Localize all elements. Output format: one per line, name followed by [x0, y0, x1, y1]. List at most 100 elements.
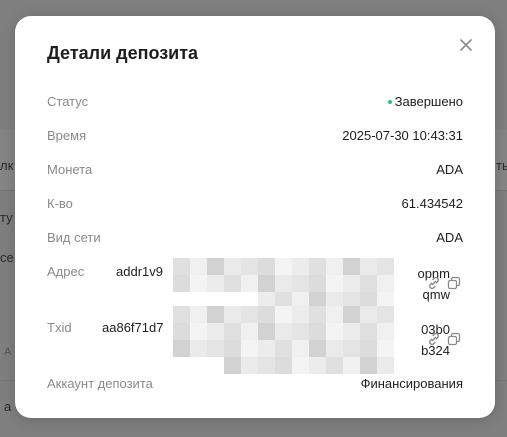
redaction-pixel: [309, 323, 326, 340]
redaction-pixel: [258, 323, 275, 340]
redaction-pixel: [309, 258, 326, 275]
background-text-fragment: ть: [496, 158, 507, 173]
address-link-button[interactable]: [426, 275, 442, 291]
redaction-pixel: [360, 323, 377, 340]
redaction-pixel: [275, 275, 292, 292]
deposit-details-modal: Детали депозита Статус Завершено Время 2…: [15, 16, 495, 418]
redaction-pixel: [377, 275, 394, 292]
redaction-pixel: [275, 323, 292, 340]
txid-redaction-mask: [173, 306, 394, 374]
redaction-pixel: [343, 357, 360, 374]
address-value-start: addr1v9: [116, 264, 163, 279]
redaction-pixel: [343, 306, 360, 323]
redaction-pixel: [241, 258, 258, 275]
redaction-pixel: [326, 275, 343, 292]
status-indicator-dot: [387, 99, 392, 104]
quantity-label: К-во: [47, 196, 73, 211]
background-text-fragment: се: [0, 250, 14, 265]
close-icon: [460, 39, 472, 51]
redaction-pixel: [241, 340, 258, 357]
redaction-pixel: [207, 306, 224, 323]
redaction-pixel: [258, 258, 275, 275]
address-copy-button[interactable]: [446, 275, 462, 291]
redaction-pixel: [258, 275, 275, 292]
redaction-pixel: [292, 340, 309, 357]
redaction-pixel: [207, 323, 224, 340]
redaction-pixel: [190, 340, 207, 357]
redaction-pixel: [207, 258, 224, 275]
time-value: 2025-07-30 10:43:31: [342, 128, 463, 143]
redaction-pixel: [309, 275, 326, 292]
redaction-pixel: [360, 258, 377, 275]
redaction-pixel: [224, 340, 241, 357]
redaction-pixel: [343, 323, 360, 340]
time-label: Время: [47, 128, 87, 143]
background-text-fragment: лк: [0, 158, 14, 173]
redaction-pixel: [309, 340, 326, 357]
redaction-pixel: [343, 340, 360, 357]
redaction-pixel: [173, 275, 190, 292]
redaction-pixel: [377, 306, 394, 323]
redaction-pixel: [377, 258, 394, 275]
network-row: Вид сети ADA: [47, 230, 463, 250]
txid-label: Txid: [47, 320, 72, 335]
redaction-pixel: [360, 306, 377, 323]
txid-copy-button[interactable]: [446, 331, 462, 347]
redaction-pixel: [207, 340, 224, 357]
redaction-pixel: [173, 340, 190, 357]
redaction-pixel: [275, 357, 292, 374]
redaction-pixel: [258, 357, 275, 374]
redaction-pixel: [326, 306, 343, 323]
redaction-pixel: [377, 357, 394, 374]
redaction-pixel: [292, 323, 309, 340]
redaction-pixel: [190, 258, 207, 275]
status-label: Статус: [47, 94, 89, 109]
status-value: Завершено: [387, 94, 463, 109]
quantity-row: К-во 61.434542: [47, 196, 463, 216]
background-text-fragment: ту: [0, 210, 13, 225]
redaction-pixel: [241, 357, 258, 374]
network-label: Вид сети: [47, 230, 101, 245]
redaction-pixel: [377, 323, 394, 340]
quantity-value: 61.434542: [401, 196, 463, 211]
redaction-pixel: [275, 306, 292, 323]
coin-row: Монета ADA: [47, 162, 463, 182]
redaction-pixel: [241, 323, 258, 340]
redaction-pixel: [309, 306, 326, 323]
redaction-pixel: [360, 357, 377, 374]
redaction-pixel: [326, 323, 343, 340]
redaction-pixel: [275, 258, 292, 275]
txid-value-start: aa86f71d7: [102, 320, 164, 335]
link-icon: [429, 276, 439, 290]
redaction-pixel: [190, 323, 207, 340]
network-value: ADA: [436, 230, 463, 245]
redaction-pixel: [258, 306, 275, 323]
redaction-pixel: [241, 275, 258, 292]
redaction-pixel: [224, 275, 241, 292]
redaction-pixel: [224, 323, 241, 340]
redaction-pixel: [224, 357, 241, 374]
redaction-pixel: [173, 323, 190, 340]
time-row: Время 2025-07-30 10:43:31: [47, 128, 463, 148]
deposit-account-row: Аккаунт депозита Финансирования: [47, 376, 463, 396]
background-text-fragment: а: [4, 399, 12, 414]
address-redaction-mask: [173, 258, 394, 309]
redaction-pixel: [224, 306, 241, 323]
redaction-pixel: [309, 357, 326, 374]
redaction-pixel: [292, 275, 309, 292]
redaction-pixel: [292, 306, 309, 323]
txid-link-button[interactable]: [426, 331, 442, 347]
redaction-pixel: [190, 357, 207, 374]
redaction-pixel: [292, 357, 309, 374]
close-button[interactable]: [455, 34, 477, 56]
redaction-pixel: [190, 275, 207, 292]
redaction-pixel: [207, 275, 224, 292]
redaction-pixel: [258, 340, 275, 357]
background-text-fragment: А: [4, 346, 12, 358]
redaction-pixel: [224, 258, 241, 275]
redaction-pixel: [326, 258, 343, 275]
copy-icon: [447, 332, 461, 346]
redaction-pixel: [360, 275, 377, 292]
status-row: Статус Завершено: [47, 94, 463, 114]
deposit-account-label: Аккаунт депозита: [47, 376, 153, 391]
